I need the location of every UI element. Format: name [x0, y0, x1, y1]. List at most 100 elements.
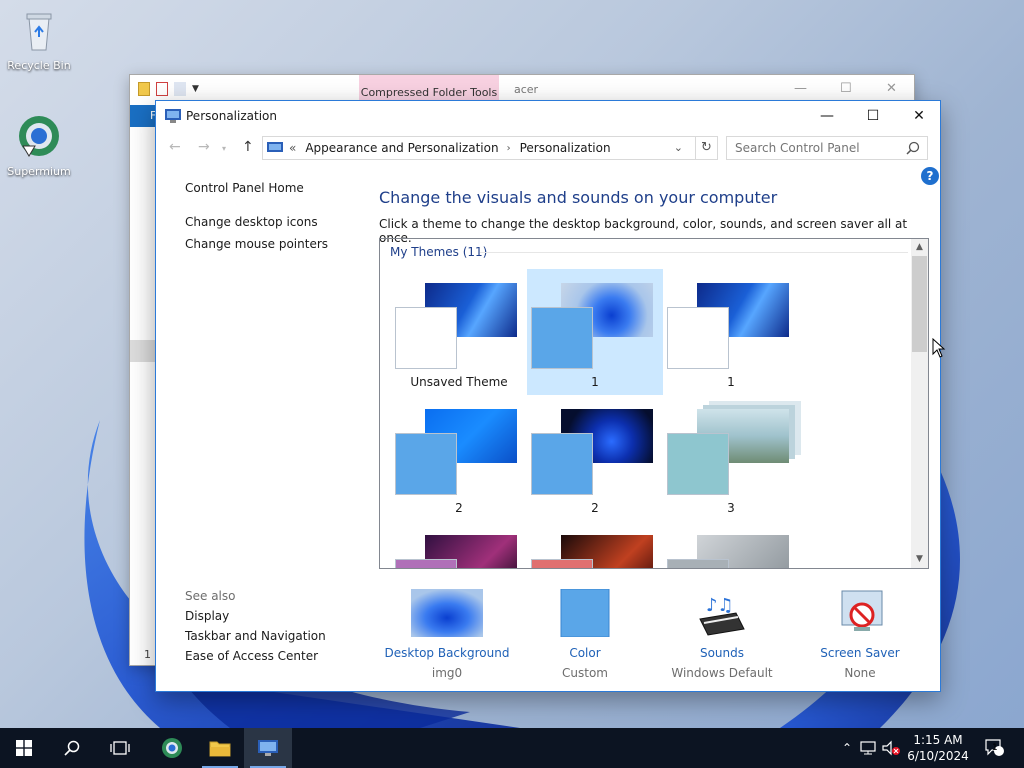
taskbar-file-explorer[interactable] [196, 728, 244, 768]
notification-count-badge: 1 [992, 743, 998, 753]
maximize-button[interactable]: ☐ [850, 101, 896, 131]
theme-color-swatch [395, 433, 457, 495]
theme-tile[interactable]: 2 [527, 395, 663, 521]
screen-saver-setting[interactable]: Screen Saver None [790, 589, 930, 680]
search-box[interactable] [726, 136, 928, 160]
task-view-button[interactable] [96, 728, 144, 768]
task-view-icon [110, 741, 130, 755]
taskbar: ⌃ 1:15 AM 6/10/2024 1 [0, 728, 1024, 768]
system-tray: ⌃ [836, 728, 902, 768]
help-icon[interactable]: ? [921, 167, 939, 185]
theme-label: 2 [455, 501, 463, 515]
search-icon [64, 740, 80, 756]
browser-icon [19, 116, 59, 157]
action-center-button[interactable]: 1 [978, 728, 1012, 768]
clock-time: 1:15 AM [913, 733, 963, 747]
desktop-background-icon [411, 589, 483, 637]
svg-text:♪♫: ♪♫ [706, 595, 734, 616]
recent-chevron-icon[interactable]: ▾ [222, 144, 226, 153]
recycle-bin-icon [26, 13, 52, 51]
refresh-icon[interactable]: ↻ [695, 137, 717, 159]
quick-access-toolbar: ▼ [138, 82, 199, 96]
show-hidden-icons-chevron-icon[interactable]: ⌃ [836, 741, 858, 755]
search-input[interactable] [735, 141, 895, 155]
see-also-header: See also [185, 589, 236, 603]
setting-name[interactable]: Desktop Background [377, 646, 517, 660]
address-dropdown-icon[interactable]: ⌄ [674, 141, 683, 154]
theme-tile[interactable]: 2 [391, 395, 527, 521]
themes-scrollbar[interactable]: ▲ ▼ [911, 239, 928, 568]
properties-icon[interactable] [156, 82, 168, 96]
personalization-window[interactable]: Personalization — ☐ ✕ ← → ▾ ↑ « Appearan… [155, 100, 941, 692]
desktop-icon-supermium[interactable]: Supermium [1, 112, 77, 178]
chevron-down-icon[interactable]: ▼ [192, 84, 199, 94]
taskbar-clock[interactable]: 1:15 AM 6/10/2024 [906, 732, 970, 764]
change-desktop-icons-link[interactable]: Change desktop icons [185, 215, 328, 229]
window-title: Personalization [186, 109, 277, 123]
scroll-up-arrow-icon[interactable]: ▲ [911, 239, 928, 256]
desktop-icon-label: Supermium [7, 165, 71, 178]
breadcrumb-personalization[interactable]: Personalization [520, 141, 611, 155]
forward-arrow-icon[interactable]: → [198, 139, 210, 155]
explorer-selected-row [130, 340, 156, 362]
up-arrow-icon[interactable]: ↑ [242, 139, 254, 155]
sounds-setting[interactable]: ♪♫ Sounds Windows Default [652, 589, 792, 680]
group-divider [480, 252, 908, 253]
theme-tile[interactable]: Unsaved Theme [391, 269, 527, 395]
theme-color-swatch [667, 307, 729, 369]
theme-color-swatch [395, 307, 457, 369]
folder-icon [209, 741, 231, 757]
theme-tile[interactable] [391, 521, 527, 568]
theme-tile[interactable]: 1 [663, 269, 799, 395]
theme-tile[interactable] [527, 521, 663, 568]
breadcrumb-overflow-icon[interactable]: « [289, 141, 296, 155]
display-link[interactable]: Display [185, 609, 326, 623]
see-also-section: See also Display Taskbar and Navigation … [185, 589, 326, 669]
search-icon[interactable] [906, 141, 920, 155]
setting-name[interactable]: Color [515, 646, 655, 660]
folder-icon[interactable] [138, 82, 150, 96]
setting-name[interactable]: Screen Saver [790, 646, 930, 660]
taskbar-personalization[interactable] [244, 728, 292, 768]
window-titlebar[interactable]: Personalization — ☐ ✕ [156, 101, 940, 131]
theme-group-header: My Themes (11) [390, 245, 488, 259]
explorer-maximize-button[interactable]: ☐ [840, 81, 852, 96]
ease-of-access-link[interactable]: Ease of Access Center [185, 649, 326, 663]
taskbar-navigation-link[interactable]: Taskbar and Navigation [185, 629, 326, 643]
scroll-down-arrow-icon[interactable]: ▼ [911, 551, 928, 568]
minimize-button[interactable]: — [804, 101, 850, 131]
personalization-icon [258, 740, 278, 756]
control-panel-home-link[interactable]: Control Panel Home [185, 181, 328, 195]
color-icon [560, 588, 610, 638]
theme-tile-selected[interactable]: 1 [527, 269, 663, 395]
start-button[interactable] [0, 728, 48, 768]
back-arrow-icon[interactable]: ← [169, 139, 181, 155]
breadcrumb-separator-icon[interactable]: › [507, 143, 511, 154]
setting-value: None [844, 666, 876, 680]
theme-label: 2 [591, 501, 599, 515]
network-icon[interactable] [858, 740, 880, 756]
volume-muted-icon[interactable] [880, 740, 902, 756]
setting-name[interactable]: Sounds [652, 646, 792, 660]
search-button[interactable] [48, 728, 96, 768]
theme-color-swatch [531, 559, 593, 568]
close-button[interactable]: ✕ [896, 101, 942, 131]
new-folder-icon[interactable] [174, 82, 186, 96]
explorer-close-button[interactable]: ✕ [886, 81, 897, 96]
address-bar[interactable]: « Appearance and Personalization › Perso… [262, 136, 718, 160]
theme-color-swatch [667, 559, 729, 568]
color-setting[interactable]: Color Custom [515, 588, 655, 680]
theme-label: Unsaved Theme [410, 375, 508, 389]
taskbar-browser[interactable] [148, 728, 196, 768]
desktop-background-setting[interactable]: Desktop Background img0 [377, 589, 517, 680]
theme-color-swatch [531, 307, 593, 369]
desktop-icon-recycle-bin[interactable]: Recycle Bin [1, 6, 77, 72]
change-mouse-pointers-link[interactable]: Change mouse pointers [185, 237, 328, 251]
breadcrumb-appearance[interactable]: Appearance and Personalization [305, 141, 498, 155]
explorer-minimize-button[interactable]: — [794, 81, 807, 96]
theme-tile[interactable] [663, 521, 799, 568]
scrollbar-thumb[interactable] [912, 256, 927, 352]
theme-tile[interactable]: 3 [663, 395, 799, 521]
setting-value: img0 [431, 666, 463, 680]
themes-list[interactable]: My Themes (11) Unsaved Theme 1 1 2 2 3 ▲… [379, 238, 929, 569]
